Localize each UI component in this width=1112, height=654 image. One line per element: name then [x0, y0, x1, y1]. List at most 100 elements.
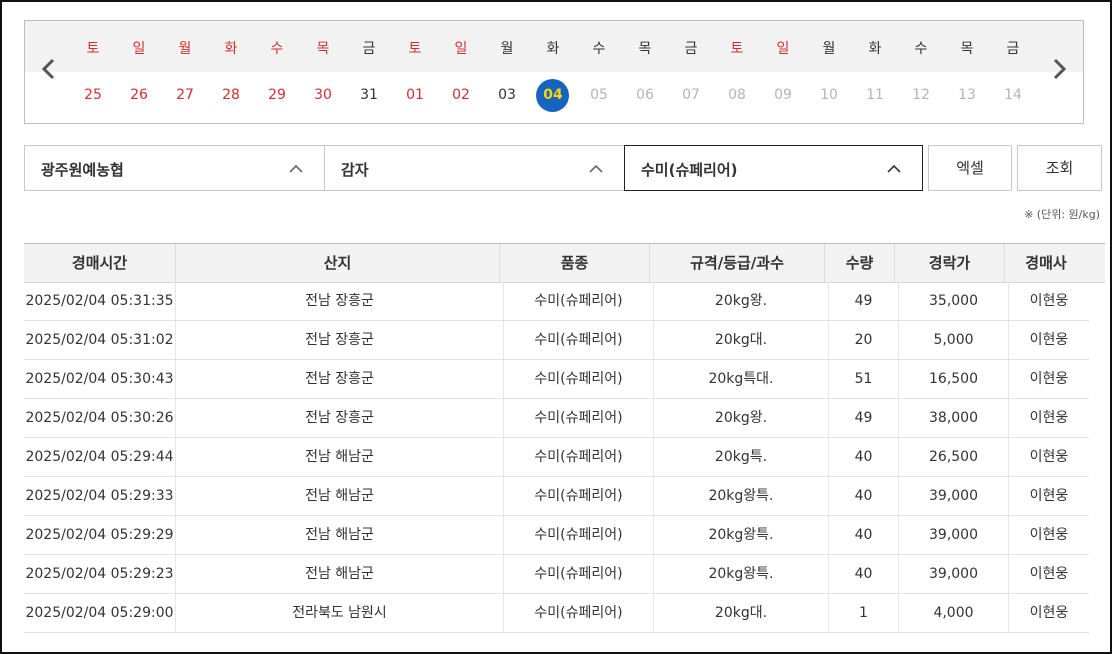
day-cell[interactable]: 03	[489, 83, 525, 107]
day-cell[interactable]: 06	[627, 83, 663, 107]
weekday-label: 월	[178, 41, 192, 57]
app-frame: 토 일 월 화 수 목 금 토 일 월 화 수 목 금 토 일 월 화 수 목 금 25 26 27 28 29 30 31 01 02…	[0, 0, 1112, 654]
weekday-label: 월	[500, 41, 514, 57]
table-cell: 전남 해남군	[175, 477, 503, 515]
table-cell: 20kg왕특.	[653, 555, 828, 593]
table-cell: 2025/02/04 05:29:44	[25, 449, 174, 465]
table-cell: 이현웅	[1008, 282, 1089, 320]
day-label: 04	[543, 87, 563, 103]
date-picker-strip: 토 일 월 화 수 목 금 토 일 월 화 수 목 금 토 일 월 화 수 목 금 25 26 27 28 29 30 31 01 02…	[24, 20, 1084, 124]
table-cell: 이현웅	[1008, 438, 1089, 476]
market-select[interactable]: 광주원예농협	[24, 145, 325, 191]
day-cell[interactable]: 26	[121, 83, 157, 107]
day-cell[interactable]: 09	[765, 83, 801, 107]
weekday-label: 수	[914, 41, 928, 57]
table-cell: 전남 장흥군	[175, 321, 503, 359]
table-cell: 전남 장흥군	[175, 282, 503, 320]
variety-select[interactable]: 수미(슈페리어)	[624, 145, 923, 191]
unit-note: ※ (단위: 원/kg)	[1024, 208, 1100, 221]
table-cell: 5,000	[898, 321, 1008, 359]
day-cell[interactable]: 02	[443, 83, 479, 107]
excel-button[interactable]: 엑셀	[928, 145, 1012, 191]
variety-select-value: 수미(슈페리어)	[641, 161, 738, 179]
chevron-up-icon	[289, 164, 303, 173]
table-row: 2025/02/04 05:29:23 전남 해남군 수미(슈페리어) 20kg왕특.…	[24, 555, 1089, 594]
table-row: 2025/02/04 05:29:00 전라북도 남원시 수미(슈페리어) 20kg대…	[24, 594, 1089, 633]
table-cell: 2025/02/04 05:30:26	[25, 410, 174, 426]
day-cell[interactable]: 08	[719, 83, 755, 107]
table-cell: 26,500	[898, 438, 1008, 476]
table-cell: 39,000	[898, 555, 1008, 593]
table-cell: 49	[828, 399, 898, 437]
column-header: 경락가	[894, 244, 1004, 282]
day-cell[interactable]: 29	[259, 83, 295, 107]
item-select[interactable]: 감자	[324, 145, 625, 191]
column-header: 규격/등급/과수	[649, 244, 824, 282]
weekday-label: 목	[638, 41, 652, 57]
weekday-label: 일	[776, 41, 790, 57]
table-cell: 이현웅	[1008, 477, 1089, 515]
table-cell: 20kg왕.	[653, 399, 828, 437]
weekday-label: 수	[592, 41, 606, 57]
table-cell: 49	[828, 282, 898, 320]
table-cell: 전남 장흥군	[175, 399, 503, 437]
table-cell: 20kg대.	[653, 594, 828, 632]
day-cell[interactable]: 01	[397, 83, 433, 107]
table-cell: 이현웅	[1008, 399, 1089, 437]
table-cell: 20kg특대.	[653, 360, 828, 398]
table-cell: 51	[828, 360, 898, 398]
table-cell: 2025/02/04 05:31:35	[25, 293, 174, 309]
table-cell: 2025/02/04 05:29:33	[25, 488, 174, 504]
table-cell: 40	[828, 516, 898, 554]
table-cell: 40	[828, 555, 898, 593]
day-cell[interactable]: 12	[903, 83, 939, 107]
table-cell: 20kg대.	[653, 321, 828, 359]
weekday-label: 금	[1006, 41, 1020, 57]
day-cell[interactable]: 10	[811, 83, 847, 107]
table-cell: 39,000	[898, 477, 1008, 515]
selected-day[interactable]: 04	[535, 79, 571, 112]
table-cell: 이현웅	[1008, 321, 1089, 359]
table-cell: 이현웅	[1008, 360, 1089, 398]
weekday-label: 화	[868, 41, 882, 57]
table-cell: 16,500	[898, 360, 1008, 398]
table-cell: 1	[828, 594, 898, 632]
weekday-label: 목	[316, 41, 330, 57]
day-cell[interactable]: 25	[75, 83, 111, 107]
weekday-label: 화	[546, 41, 560, 57]
day-cell[interactable]: 05	[581, 83, 617, 107]
table-cell: 수미(슈페리어)	[503, 477, 653, 515]
weekday-label: 목	[960, 41, 974, 57]
table-header: 경매시간 산지 품종 규격/등급/과수 수량 경락가 경매사	[24, 243, 1105, 283]
table-cell: 전라북도 남원시	[175, 594, 503, 632]
day-cell[interactable]: 14	[995, 83, 1031, 107]
table-cell: 수미(슈페리어)	[503, 399, 653, 437]
day-cell[interactable]: 13	[949, 83, 985, 107]
table-cell: 35,000	[898, 282, 1008, 320]
table-row: 2025/02/04 05:30:43 전남 장흥군 수미(슈페리어) 20kg특대.…	[24, 360, 1089, 399]
weekday-label: 일	[454, 41, 468, 57]
column-header: 경매시간	[71, 254, 128, 272]
table-cell: 수미(슈페리어)	[503, 594, 653, 632]
table-cell: 전남 해남군	[175, 438, 503, 476]
table-cell: 전남 장흥군	[175, 360, 503, 398]
day-cell[interactable]: 28	[213, 83, 249, 107]
weekday-label: 월	[822, 41, 836, 57]
table-row: 2025/02/04 05:30:26 전남 장흥군 수미(슈페리어) 20kg왕. 4…	[24, 399, 1089, 438]
day-cell[interactable]: 27	[167, 83, 203, 107]
table-cell: 39,000	[898, 516, 1008, 554]
table-cell: 4,000	[898, 594, 1008, 632]
search-button[interactable]: 조회	[1017, 145, 1102, 191]
day-cell[interactable]: 30	[305, 83, 341, 107]
table-cell: 2025/02/04 05:29:23	[25, 566, 174, 582]
table-cell: 수미(슈페리어)	[503, 282, 653, 320]
weekday-label: 일	[132, 41, 146, 57]
table-cell: 수미(슈페리어)	[503, 321, 653, 359]
chevron-right-icon[interactable]	[1045, 55, 1073, 83]
day-cell[interactable]: 31	[351, 83, 387, 107]
column-header: 산지	[175, 244, 499, 282]
table-row: 2025/02/04 05:29:29 전남 해남군 수미(슈페리어) 20kg왕특.…	[24, 516, 1089, 555]
weekday-label: 금	[362, 41, 376, 57]
day-cell[interactable]: 07	[673, 83, 709, 107]
day-cell[interactable]: 11	[857, 83, 893, 107]
